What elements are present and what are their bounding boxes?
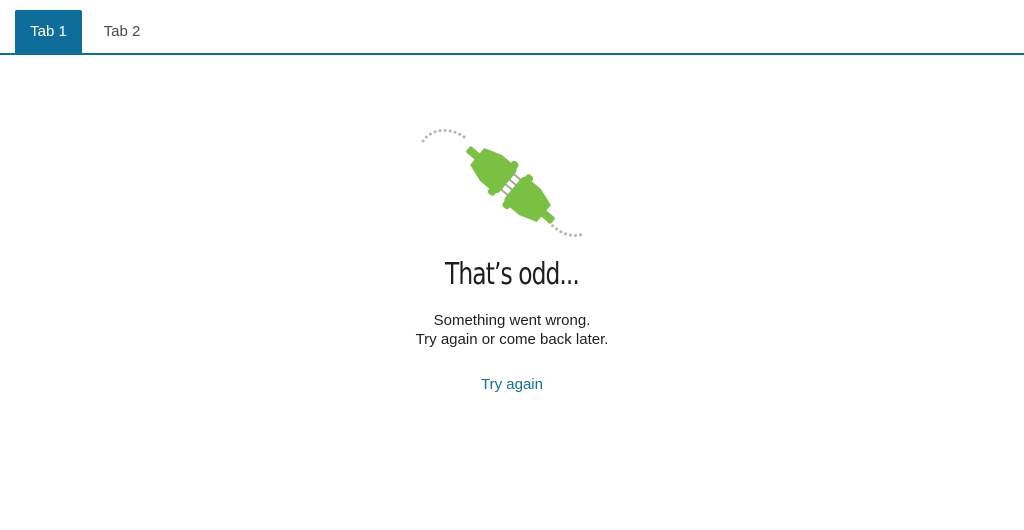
unplugged-plug-icon [418, 122, 592, 244]
error-message-line-2: Try again or come back later. [415, 331, 609, 348]
tab-bar: Tab 1 Tab 2 [0, 0, 1024, 55]
try-again-row: Try again [0, 375, 1024, 394]
tab-2[interactable]: Tab 2 [88, 10, 156, 53]
tab-1[interactable]: Tab 1 [15, 10, 82, 53]
try-again-link[interactable]: Try again [481, 376, 543, 393]
error-title: That’s odd... [445, 257, 580, 292]
error-message-line-1: Something went wrong. [433, 312, 591, 329]
error-page: Tab 1 Tab 2 That’s odd... Something went… [0, 0, 1024, 530]
